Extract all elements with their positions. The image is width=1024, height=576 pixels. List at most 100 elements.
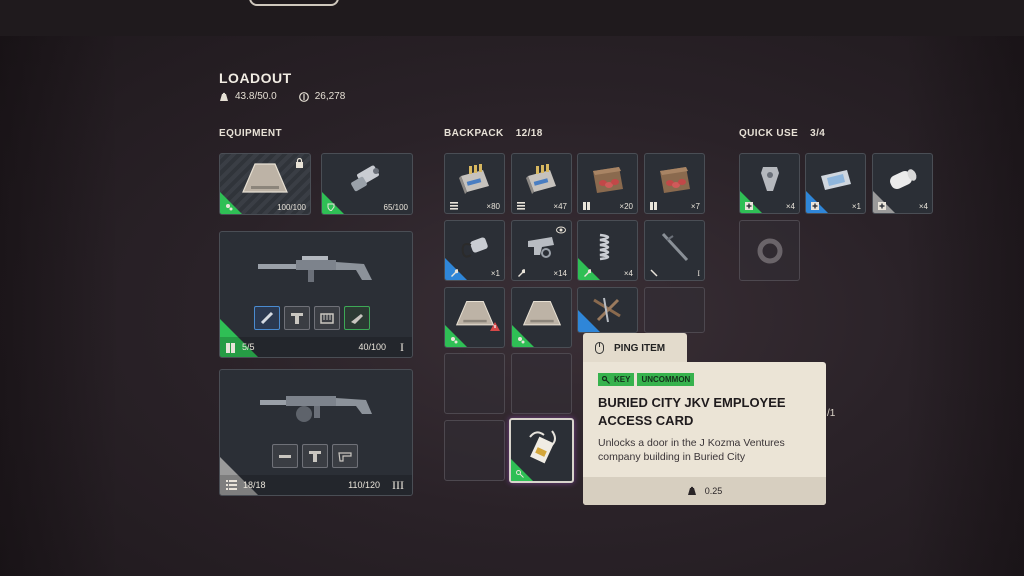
primary-weapon-slot[interactable]: 5/5 40/100 I: [219, 231, 413, 358]
item-quantity: ×1: [490, 268, 500, 278]
health-icon: [811, 202, 819, 210]
med-pack-icon: [820, 169, 851, 190]
salvage-parts-icon: [592, 297, 621, 323]
backpack-slot-14[interactable]: [511, 353, 572, 414]
augment-item-icon: [455, 300, 494, 326]
augment-durability: 100/100: [277, 202, 306, 212]
backpack-slot-8[interactable]: I: [644, 220, 705, 281]
vignette-right: [904, 36, 1024, 576]
backpack-slot-4[interactable]: ×7: [644, 153, 705, 214]
backpack-slot-13[interactable]: [444, 353, 505, 414]
item-quantity: ×14: [553, 268, 567, 278]
primary-weapon-footer: 5/5 40/100 I: [220, 337, 412, 357]
health-icon: [878, 202, 886, 210]
lock-icon: [296, 158, 303, 168]
rod-icon: [661, 232, 688, 261]
injector-icon: [760, 166, 779, 191]
backpack-slot-3[interactable]: ×20: [577, 153, 638, 214]
item-tags: KEY UNCOMMON: [598, 373, 695, 386]
backpack-header: BACKPACK 12/18: [444, 128, 543, 139]
item-quantity: ×7: [690, 201, 700, 211]
secondary-weapon-slot[interactable]: 18/18 110/120 III: [219, 369, 413, 496]
primary-tier: I: [400, 339, 404, 354]
backpack-slot-10[interactable]: [511, 287, 572, 348]
attachment-slots: [272, 444, 358, 468]
attachment-slots: [254, 306, 370, 330]
attachment-muzzle[interactable]: [254, 306, 280, 330]
ammo-list-icon: [450, 202, 458, 210]
attachment-magazine[interactable]: [314, 306, 340, 330]
ammo-box-icon: [458, 163, 489, 194]
augment-slot[interactable]: 100/100: [219, 153, 311, 215]
item-quantity: ×1: [851, 201, 861, 211]
attachment-stock[interactable]: [344, 306, 370, 330]
ammo-list-icon: [226, 480, 237, 490]
underbarrel-icon: [291, 313, 303, 324]
quick-use-label: QUICK USE: [739, 128, 799, 139]
weight-icon: [687, 486, 696, 495]
item-weight-value: 0.25: [704, 486, 723, 496]
attachment-underbarrel[interactable]: [284, 306, 310, 330]
shield-item-icon: [351, 165, 379, 192]
empty-slot-icon: [757, 238, 782, 263]
bandage-icon: [889, 169, 916, 189]
top-bar: [0, 0, 1024, 36]
item-quantity: ×47: [553, 201, 567, 211]
backpack-slot-18-selected[interactable]: [509, 418, 574, 483]
ping-item-button[interactable]: PING ITEM: [583, 333, 687, 363]
coin-icon: [298, 91, 309, 102]
item-footer: ×4: [578, 266, 637, 280]
backpack-slot-11[interactable]: [577, 287, 638, 333]
mouse-icon: [595, 342, 604, 354]
item-footer: ×47: [512, 199, 571, 213]
quick-use-header: QUICK USE 3/4: [739, 128, 825, 139]
attachment-underbarrel[interactable]: [302, 444, 328, 468]
quick-use-slot-1[interactable]: ×4: [739, 153, 800, 214]
backpack-slot-1[interactable]: ×80: [444, 153, 505, 214]
backpack-slot-7[interactable]: ×4: [577, 220, 638, 281]
backpack-slot-9[interactable]: [444, 287, 505, 348]
health-icon: [745, 202, 753, 210]
backpack-slot-6[interactable]: ×14: [511, 220, 572, 281]
ammo-icon: [650, 202, 657, 210]
augment-item-icon: [522, 300, 561, 326]
top-tab-button[interactable]: [249, 0, 339, 6]
ammo-box-icon: [525, 163, 556, 194]
rifle-icon: [258, 255, 372, 282]
primary-durability: 40/100: [358, 342, 386, 352]
shield-icon: [327, 203, 335, 211]
grappling-device-icon: [461, 237, 488, 258]
shield-slot[interactable]: 65/100: [321, 153, 413, 215]
ammo-list-icon: [517, 202, 525, 210]
backpack-slot-17[interactable]: [444, 420, 505, 481]
tag-type: KEY: [598, 373, 635, 386]
backpack-label: BACKPACK: [444, 128, 504, 139]
item-weight: 0.25: [583, 477, 826, 505]
item-footer: I: [645, 266, 704, 280]
loadout-stats: 43.8/50.0 26,278: [219, 91, 345, 102]
augment-footer: 100/100: [220, 200, 310, 214]
backpack-slot-12[interactable]: [644, 287, 705, 333]
backpack-slot-5[interactable]: ×1: [444, 220, 505, 281]
item-description: Unlocks a door in the J Kozma Ventures c…: [598, 437, 785, 463]
quick-use-slot-2[interactable]: ×1: [805, 153, 866, 214]
ammo-icon: [226, 342, 235, 353]
attachment-stock[interactable]: [332, 444, 358, 468]
secondary-ammo: 18/18: [243, 480, 266, 490]
shell-crate-icon: [659, 166, 690, 193]
spring-icon: [599, 233, 609, 261]
augment-icon: [226, 204, 233, 211]
item-footer: ×7: [645, 199, 704, 213]
wrench-icon: [451, 269, 458, 277]
attachment-muzzle[interactable]: [272, 444, 298, 468]
ping-item-label: PING ITEM: [614, 342, 666, 354]
item-quantity: ×80: [486, 201, 500, 211]
backpack-slot-2[interactable]: ×47: [511, 153, 572, 214]
item-footer: [512, 333, 571, 347]
quick-use-slot-4-empty[interactable]: [739, 220, 800, 281]
primary-ammo: 5/5: [242, 342, 255, 352]
quick-use-slot-3[interactable]: ×4: [872, 153, 933, 214]
item-footer: ×4: [740, 199, 799, 213]
quick-use-count: 3/4: [810, 128, 826, 139]
underbarrel-icon: [309, 451, 321, 462]
